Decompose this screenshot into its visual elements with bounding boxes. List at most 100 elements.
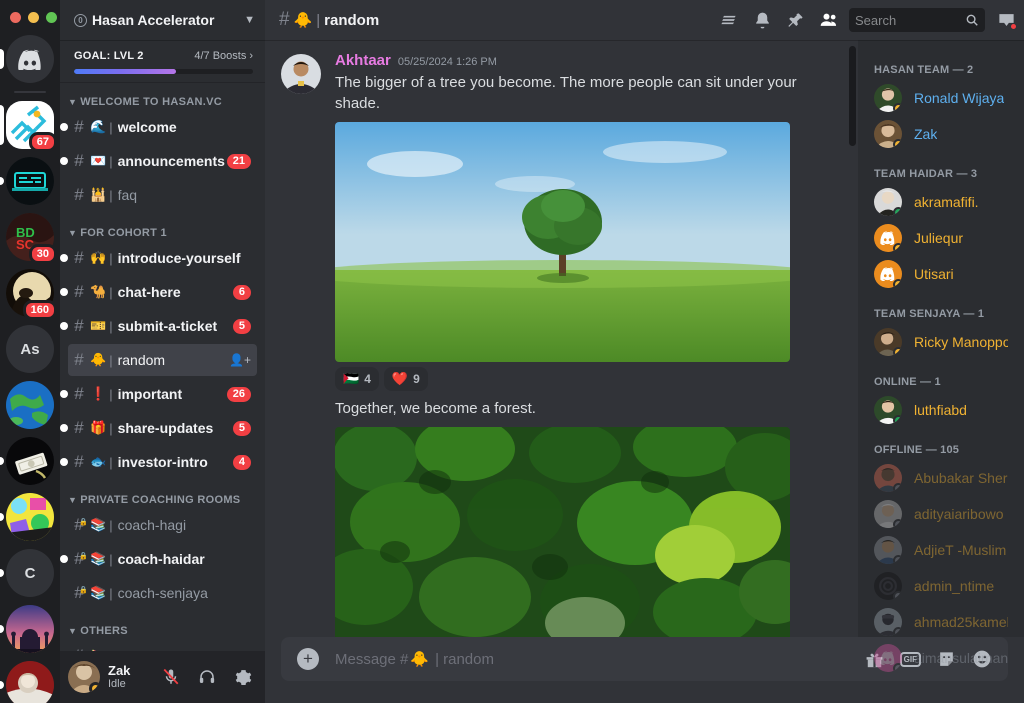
search-box[interactable] <box>849 8 985 32</box>
channel-item-important[interactable]: # ❗ | important 26 <box>60 378 257 410</box>
minimize-window-button[interactable] <box>28 12 39 23</box>
hash-icon: # <box>74 350 84 369</box>
settings-gear-icon[interactable] <box>229 663 257 691</box>
inbox-icon[interactable] <box>997 11 1017 30</box>
zoom-window-button[interactable] <box>46 12 57 23</box>
add-attachment-icon[interactable]: + <box>297 648 319 670</box>
message-input-placeholder[interactable]: Message # 🐥 | random <box>335 650 849 669</box>
window-traffic-lights[interactable] <box>0 4 57 27</box>
boost-count[interactable]: 4/7 Boosts › <box>194 50 253 62</box>
rail-server-neon[interactable] <box>0 157 54 205</box>
add-members-icon[interactable]: 👤+ <box>229 353 251 367</box>
channel-item-coach-hagi[interactable]: # 🔒 📚 | coach-hagi <box>68 509 257 541</box>
channel-name: introduce-yourself <box>117 250 241 266</box>
rail-server-mosque[interactable] <box>0 605 54 653</box>
avatar <box>874 120 902 148</box>
channel-item-submit-a-ticket[interactable]: # 🎫 | submit-a-ticket 5 <box>60 310 257 342</box>
channel-category[interactable]: ▼ PRIVATE COACHING ROOMS <box>60 480 265 509</box>
channel-emoji: ❗ <box>90 386 107 401</box>
member-list[interactable]: HASAN TEAM — 2 Ronald Wijaya Zak TEAM HAI… <box>858 40 1024 703</box>
channel-name: coach-hagi <box>117 517 187 533</box>
close-window-button[interactable] <box>10 12 21 23</box>
server-rail: 67 BD SC 30 160 As C <box>0 0 60 703</box>
boost-row: GOAL: LVL 2 4/7 Boosts › <box>74 50 253 62</box>
rail-discord-home[interactable] <box>0 35 54 83</box>
member-item[interactable]: aimansulaiman <box>866 640 1016 676</box>
member-item[interactable]: Ronald Wijaya <box>866 80 1016 116</box>
channel-category[interactable]: ▼ OTHERS <box>60 611 265 640</box>
rail-server-red[interactable] <box>0 661 54 703</box>
channel-item-welcome[interactable]: # 🌊 | welcome <box>60 111 257 143</box>
channel-title: random <box>324 11 380 29</box>
rail-server-globe[interactable] <box>6 381 54 429</box>
channel-item-coach-senjaya[interactable]: # 🔒 📚 | coach-senjaya <box>68 577 257 609</box>
channel-list[interactable]: ▼ WELCOME TO HASAN.VC # 🌊 | welcome # 💌 | announ… <box>60 82 265 651</box>
channel-item-chat-here[interactable]: # 🐪 | chat-here 6 <box>60 276 257 308</box>
member-item[interactable]: AdjieT -Muslim Raya <box>866 532 1016 568</box>
member-item[interactable]: Utisari <box>866 256 1016 292</box>
channel-item-investor-intro[interactable]: # 🐟 | investor-intro 4 <box>60 446 257 478</box>
mic-muted-icon[interactable] <box>157 663 185 691</box>
member-item[interactable]: ahmad25kamel <box>866 604 1016 640</box>
channel-item-resources[interactable]: #🍉| resources <box>68 640 257 651</box>
reaction[interactable]: ❤️ 9 <box>383 367 428 391</box>
hash-icon: # <box>74 316 84 335</box>
member-item[interactable]: akramafifi. <box>866 184 1016 220</box>
unread-count-badge: 21 <box>226 153 251 169</box>
unread-indicator <box>60 458 68 466</box>
message-list[interactable]: Akhtaar 05/25/2024 1:26 PM The bigger of … <box>265 40 858 637</box>
member-name: Ricky Manoppo <box>914 334 1008 350</box>
server-initials: As <box>20 340 40 358</box>
members-icon[interactable] <box>819 10 839 30</box>
channel-item-announcements[interactable]: # 💌 | announcements 21 <box>60 145 257 177</box>
server-tag-icon: 0 <box>74 13 87 27</box>
channel-name: coach-haidar <box>117 551 205 567</box>
member-item[interactable]: Ricky Manoppo <box>866 324 1016 360</box>
message-image[interactable] <box>335 122 790 362</box>
channel-category[interactable]: ▼ WELCOME TO HASAN.VC <box>60 92 265 111</box>
rail-server-lc[interactable]: 67 <box>0 101 57 152</box>
rail-server-bdsc[interactable]: BD SC 30 <box>6 213 57 264</box>
rail-server-cash[interactable] <box>0 437 54 485</box>
member-item[interactable]: Abubakar Sheriff - Qa <box>866 460 1016 496</box>
avatar <box>874 84 902 112</box>
channel-category[interactable]: ▼ FOR COHORT 1 <box>60 213 265 242</box>
member-item[interactable]: Zak <box>866 116 1016 152</box>
chevron-down-icon[interactable]: ▼ <box>244 14 255 26</box>
channel-emoji: 💌 <box>90 153 107 168</box>
boost-progress-section[interactable]: GOAL: LVL 2 4/7 Boosts › <box>60 40 265 82</box>
hash-icon: # <box>74 418 84 437</box>
reaction[interactable]: 🇵🇸 4 <box>335 367 379 391</box>
avatar[interactable] <box>68 661 100 693</box>
member-item[interactable]: Juliequr <box>866 220 1016 256</box>
channel-item-random[interactable]: # 🐥 | random 👤+ <box>68 344 257 376</box>
threads-icon[interactable] <box>719 10 739 30</box>
rail-server-moon[interactable]: 160 <box>6 269 57 320</box>
channel-item-share-updates[interactable]: # 🎁 | share-updates 5 <box>60 412 257 444</box>
hash-icon: # <box>74 185 84 204</box>
channel-item-faq[interactable]: # 🕌 | faq <box>68 179 257 211</box>
headphones-icon[interactable] <box>193 663 221 691</box>
channel-item-introduce-yourself[interactable]: # 🙌 | introduce-yourself <box>60 242 257 274</box>
member-item[interactable]: adityaiaribowo <box>866 496 1016 532</box>
lock-icon: 🔒 <box>79 553 88 560</box>
message-header: Akhtaar 05/25/2024 1:26 PM <box>335 52 842 71</box>
member-item[interactable]: luthfiabd <box>866 392 1016 428</box>
avatar[interactable] <box>281 54 321 94</box>
channel-name: faq <box>117 187 138 203</box>
server-header[interactable]: 0 Hasan Accelerator ▼ <box>60 0 265 40</box>
reaction-count: 4 <box>364 372 371 386</box>
search-input[interactable] <box>855 12 965 28</box>
channel-item-coach-haidar[interactable]: # 🔒 📚 | coach-haidar <box>60 543 257 575</box>
pin-icon[interactable] <box>786 11 805 30</box>
member-item[interactable]: admin_ntime <box>866 568 1016 604</box>
message-author[interactable]: Akhtaar <box>335 52 391 70</box>
bell-icon[interactable] <box>753 11 772 30</box>
avatar <box>874 224 902 252</box>
rail-server-pop[interactable] <box>0 493 54 541</box>
message-scrollbar[interactable] <box>849 46 856 146</box>
message-image[interactable] <box>335 427 790 637</box>
rail-server-as[interactable]: As <box>6 325 54 373</box>
unread-count-badge: 4 <box>232 454 251 470</box>
rail-server-c[interactable]: C <box>0 549 54 597</box>
